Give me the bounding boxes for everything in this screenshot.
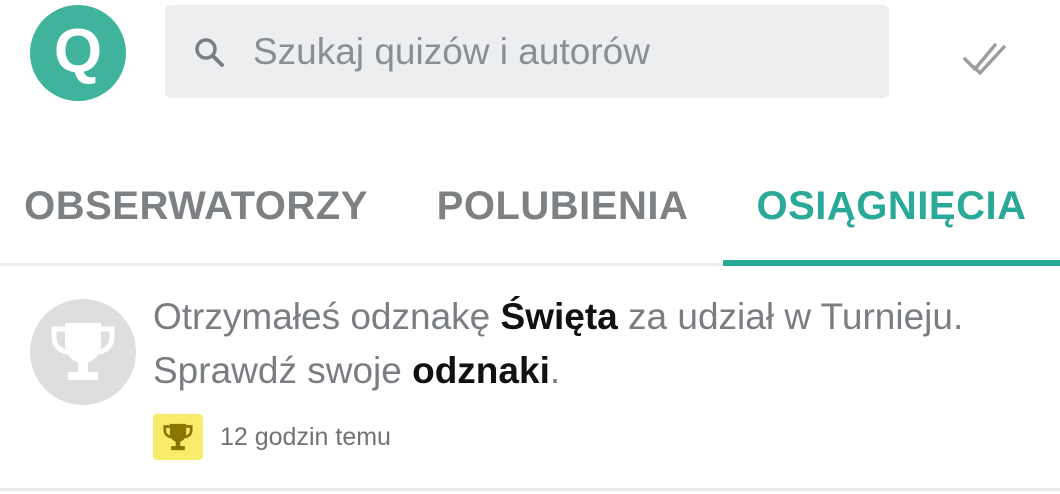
search-bar[interactable] xyxy=(165,5,889,98)
mark-all-read-button[interactable] xyxy=(955,36,1015,82)
search-icon xyxy=(191,34,227,70)
message-text-1: Otrzymałeś odznakę xyxy=(153,296,501,337)
notification-message: Otrzymałeś odznakę Święta za udział w Tu… xyxy=(153,290,1013,398)
notification-time: 12 godzin temu xyxy=(220,422,391,451)
tab-achievements[interactable]: OSIĄGNIĘCIA xyxy=(723,150,1060,263)
notification-tabs: OBSERWATORZY POLUBIENIA OSIĄGNIĘCIA xyxy=(0,150,1060,266)
tab-observers[interactable]: OBSERWATORZY xyxy=(20,150,372,263)
notification-meta: 12 godzin temu xyxy=(153,414,391,460)
notification-item[interactable]: Otrzymałeś odznakę Święta za udział w Tu… xyxy=(0,266,1060,491)
notifications-screen: Q OBSERWATORZY POLUBIENIA OSIĄGNIĘCIA xyxy=(0,0,1060,494)
notification-avatar xyxy=(30,299,136,405)
q-logo-icon: Q xyxy=(54,18,102,86)
message-text-3: . xyxy=(549,350,561,391)
achievement-badge xyxy=(153,414,203,460)
badge-name: Święta xyxy=(500,296,618,337)
trophy-small-icon xyxy=(163,423,193,451)
badges-link[interactable]: odznaki xyxy=(412,350,550,391)
app-logo[interactable]: Q xyxy=(30,5,126,101)
logo-letter: Q xyxy=(54,18,102,86)
tab-likes[interactable]: POLUBIENIA xyxy=(425,150,700,263)
trophy-icon xyxy=(51,323,115,380)
search-input[interactable] xyxy=(253,30,833,73)
double-check-icon xyxy=(963,43,1006,75)
